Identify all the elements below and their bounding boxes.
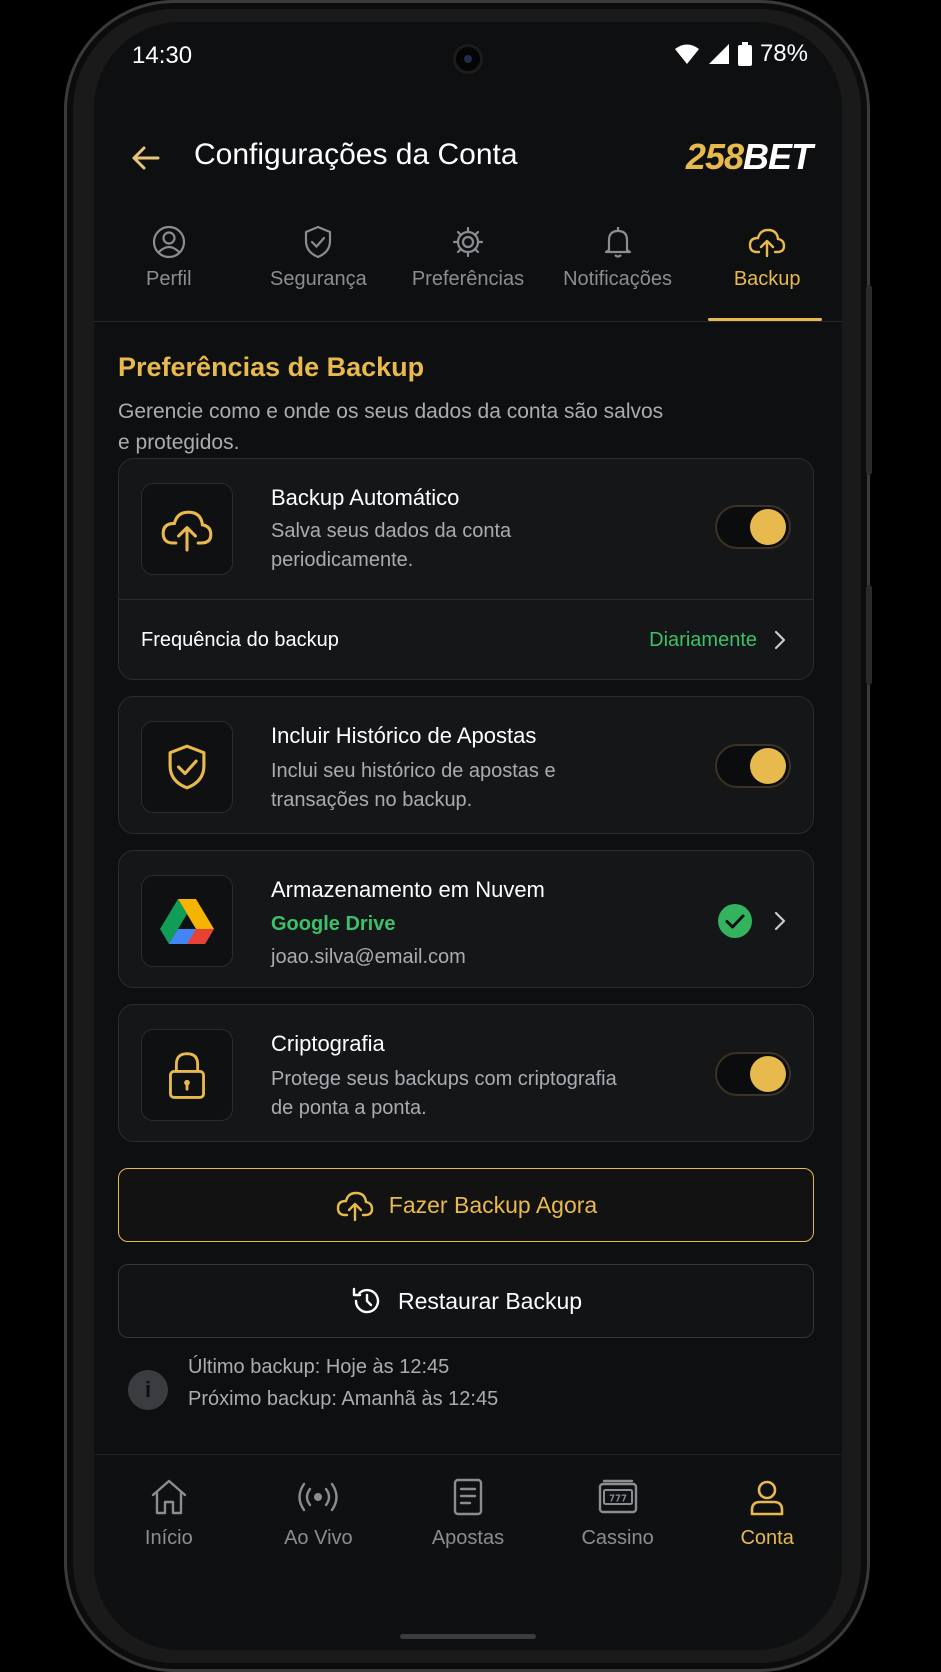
backup-frequency-row[interactable]: Frequência do backup Diariamente [119, 600, 813, 680]
backup-info: i Último backup: Hoje às 12:45 Próximo b… [128, 1350, 788, 1430]
auto-backup-toggle[interactable] [715, 505, 791, 549]
bet-history-icon-box [141, 721, 233, 813]
tab-seguranca[interactable]: Segurança [244, 222, 394, 321]
status-bar: 14:30 78% [94, 22, 842, 92]
cloud-storage-icon-box [141, 875, 233, 967]
toggle-knob [750, 509, 786, 545]
page-title: Configurações da Conta [194, 138, 518, 171]
encryption-icon-box [141, 1029, 233, 1121]
last-backup-text: Último backup: Hoje às 12:45 [188, 1356, 450, 1378]
back-arrow-icon[interactable] [128, 140, 164, 176]
home-indicator [400, 1634, 536, 1639]
bottom-navigation: Início Ao Vivo Apostas 777 Cassino Conta [94, 1454, 842, 1650]
auto-backup-description: Salva seus dados da conta periodicamente… [271, 520, 512, 571]
next-backup-text: Próximo backup: Amanhã às 12:45 [188, 1388, 499, 1410]
gear-icon [452, 226, 484, 258]
cloud-account-email: joao.silva@email.com [271, 946, 466, 968]
encryption-title: Criptografia [271, 1031, 385, 1056]
lock-icon [169, 1052, 205, 1099]
cloud-storage-title: Armazenamento em Nuvem [271, 877, 545, 902]
nav-ao-vivo[interactable]: Ao Vivo [244, 1455, 394, 1650]
cloud-upload-icon [748, 228, 786, 258]
backup-now-button[interactable]: Fazer Backup Agora [118, 1168, 814, 1242]
shield-icon [305, 225, 332, 259]
encryption-card: Criptografia Protege seus backups com cr… [118, 1004, 814, 1142]
screen: 14:30 78% Configurações da Conta 258BET … [94, 22, 842, 1650]
volume-button [866, 285, 872, 475]
nav-inicio[interactable]: Início [94, 1455, 244, 1650]
power-button [866, 585, 872, 685]
google-drive-icon [160, 899, 214, 944]
nav-cassino[interactable]: 777 Cassino [543, 1455, 693, 1650]
chevron-right-icon [774, 630, 786, 650]
battery-icon [737, 42, 752, 66]
auto-backup-card: Backup Automático Salva seus dados da co… [118, 458, 814, 680]
brand-logo: 258BET [685, 136, 813, 177]
restore-backup-label: Restaurar Backup [397, 1287, 583, 1314]
cloud-storage-card[interactable]: Armazenamento em Nuvem Google Drive joao… [118, 850, 814, 988]
bet-history-description: Inclui seu histórico de apostas e transa… [271, 760, 556, 811]
bet-slip-icon [453, 1478, 483, 1516]
signal-icon [708, 44, 729, 64]
home-icon [151, 1479, 186, 1515]
battery-percent: 78% [759, 40, 808, 67]
active-tab-indicator [708, 318, 822, 321]
settings-tabs: Perfil Segurança Preferências Notificaçõ… [94, 222, 842, 322]
bell-icon [604, 227, 631, 258]
nav-apostas[interactable]: Apostas [393, 1455, 543, 1650]
user-icon [750, 1480, 784, 1516]
tab-perfil[interactable]: Perfil [94, 222, 244, 321]
app-header: Configurações da Conta 258BET [94, 126, 842, 190]
frequency-value: Diariamente [649, 629, 757, 651]
restore-backup-button[interactable]: Restaurar Backup [118, 1264, 814, 1338]
bet-history-title: Incluir Histórico de Apostas [271, 723, 537, 748]
toggle-knob [750, 748, 786, 784]
tab-preferencias[interactable]: Preferências [393, 222, 543, 321]
user-icon [152, 225, 185, 259]
auto-backup-title: Backup Automático [271, 485, 460, 510]
slot-machine-icon: 777 [598, 1479, 637, 1514]
bet-history-card: Incluir Histórico de Apostas Inclui seu … [118, 696, 814, 834]
live-broadcast-icon [298, 1482, 339, 1512]
cloud-upload-icon [336, 1191, 373, 1222]
backup-now-label: Fazer Backup Agora [388, 1191, 598, 1218]
cloud-provider: Google Drive [271, 913, 396, 935]
encryption-description: Protege seus backups com criptografia de… [271, 1068, 617, 1119]
encryption-toggle[interactable] [715, 1052, 791, 1096]
front-camera [453, 44, 483, 74]
tab-backup[interactable]: Backup [692, 222, 842, 321]
svg-text:777: 777 [609, 1494, 627, 1505]
auto-backup-icon-box [141, 483, 233, 575]
frequency-label: Frequência do backup [141, 629, 339, 651]
tab-notificacoes[interactable]: Notificações [543, 222, 693, 321]
cloud-upload-icon [161, 510, 213, 552]
bet-history-toggle[interactable] [715, 744, 791, 788]
status-time: 14:30 [132, 42, 193, 69]
history-restore-icon [352, 1287, 380, 1314]
chevron-right-icon [774, 911, 786, 931]
check-circle-icon [718, 904, 752, 938]
wifi-icon [674, 44, 699, 64]
info-icon: i [128, 1370, 168, 1410]
section-title: Preferências de Backup [118, 352, 425, 382]
shield-check-icon [168, 744, 206, 790]
section-description: Gerencie como e onde os seus dados da co… [118, 400, 664, 454]
nav-conta[interactable]: Conta [692, 1455, 842, 1650]
toggle-knob [750, 1056, 786, 1092]
